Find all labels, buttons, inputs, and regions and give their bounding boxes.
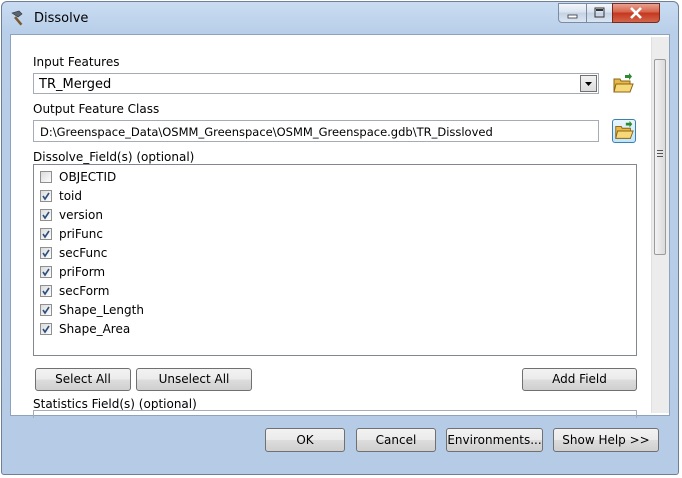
close-icon: [630, 7, 642, 19]
checkmark-icon: [42, 306, 50, 315]
checkmark-icon: [42, 192, 50, 201]
window-title: Dissolve: [34, 11, 89, 26]
close-button[interactable]: [612, 3, 660, 23]
checkbox-checked[interactable]: [40, 247, 52, 259]
dialog-body: Input Features TR_Merged Output Feature …: [10, 34, 670, 418]
grip-line: [657, 156, 663, 157]
input-features-label: Input Features: [33, 55, 120, 69]
ok-button[interactable]: OK: [265, 428, 345, 452]
dropdown-button[interactable]: [580, 75, 597, 92]
input-features-value: TR_Merged: [39, 77, 112, 92]
unselect-all-button[interactable]: Unselect All: [136, 368, 252, 391]
hammer-icon: [11, 10, 23, 26]
grip-line: [657, 153, 663, 154]
minimize-button[interactable]: [558, 3, 587, 23]
chevron-down-icon: [585, 82, 592, 86]
field-name: OBJECTID: [59, 170, 117, 184]
checkmark-icon: [42, 268, 50, 277]
add-field-button[interactable]: Add Field: [522, 368, 637, 391]
checkbox-checked[interactable]: [40, 228, 52, 240]
dissolve-dialog: Dissolve Input Features TR_Merged Output…: [1, 1, 679, 475]
output-feature-class-field[interactable]: D:\Greenspace_Data\OSMM_Greenspace\OSMM_…: [33, 120, 599, 142]
field-name: Shape_Length: [59, 303, 144, 317]
checkbox-checked[interactable]: [40, 304, 52, 316]
field-name: secForm: [59, 284, 110, 298]
output-feature-class-value: D:\Greenspace_Data\OSMM_Greenspace\OSMM_…: [40, 125, 493, 139]
minimize-icon: [567, 14, 578, 19]
maximize-icon: [594, 7, 605, 18]
dissolve-fields-list[interactable]: OBJECTID toid version priFunc secFunc pr…: [33, 164, 637, 356]
vertical-scrollbar[interactable]: [651, 37, 669, 413]
environments-button[interactable]: Environments...: [446, 428, 543, 452]
checkmark-icon: [42, 325, 50, 334]
field-name: version: [59, 208, 103, 222]
browse-output-button[interactable]: [612, 119, 636, 143]
checkbox-checked[interactable]: [40, 209, 52, 221]
checkmark-icon: [42, 249, 50, 258]
checkbox-checked[interactable]: [40, 285, 52, 297]
statistics-fields-table[interactable]: [33, 410, 637, 418]
input-features-combobox[interactable]: TR_Merged: [33, 73, 599, 94]
maximize-button[interactable]: [586, 3, 613, 23]
field-name: priForm: [59, 265, 106, 279]
scrollbar-thumb[interactable]: [654, 59, 666, 255]
checkbox-checked[interactable]: [40, 266, 52, 278]
title-bar[interactable]: Dissolve: [2, 2, 678, 34]
browse-input-button[interactable]: [611, 72, 635, 96]
statistics-fields-label: Statistics Field(s) (optional): [33, 397, 197, 411]
checkbox-checked[interactable]: [40, 323, 52, 335]
checkmark-icon: [42, 287, 50, 296]
dissolve-fields-label: Dissolve_Field(s) (optional): [33, 150, 195, 164]
field-name: priFunc: [59, 227, 103, 241]
select-all-button[interactable]: Select All: [35, 368, 131, 391]
checkmark-icon: [42, 230, 50, 239]
grip-line: [657, 150, 663, 151]
folder-open-icon: [615, 120, 634, 139]
field-name: Shape_Area: [59, 322, 131, 336]
checkbox-unchecked[interactable]: [40, 171, 52, 183]
show-help-button[interactable]: Show Help >>: [553, 428, 659, 452]
checkmark-icon: [42, 211, 50, 220]
checkbox-checked[interactable]: [40, 190, 52, 202]
field-name: secFunc: [59, 246, 108, 260]
cancel-button[interactable]: Cancel: [356, 428, 436, 452]
field-name: toid: [59, 189, 82, 203]
folder-open-icon: [613, 73, 634, 93]
output-feature-class-label: Output Feature Class: [33, 102, 160, 116]
